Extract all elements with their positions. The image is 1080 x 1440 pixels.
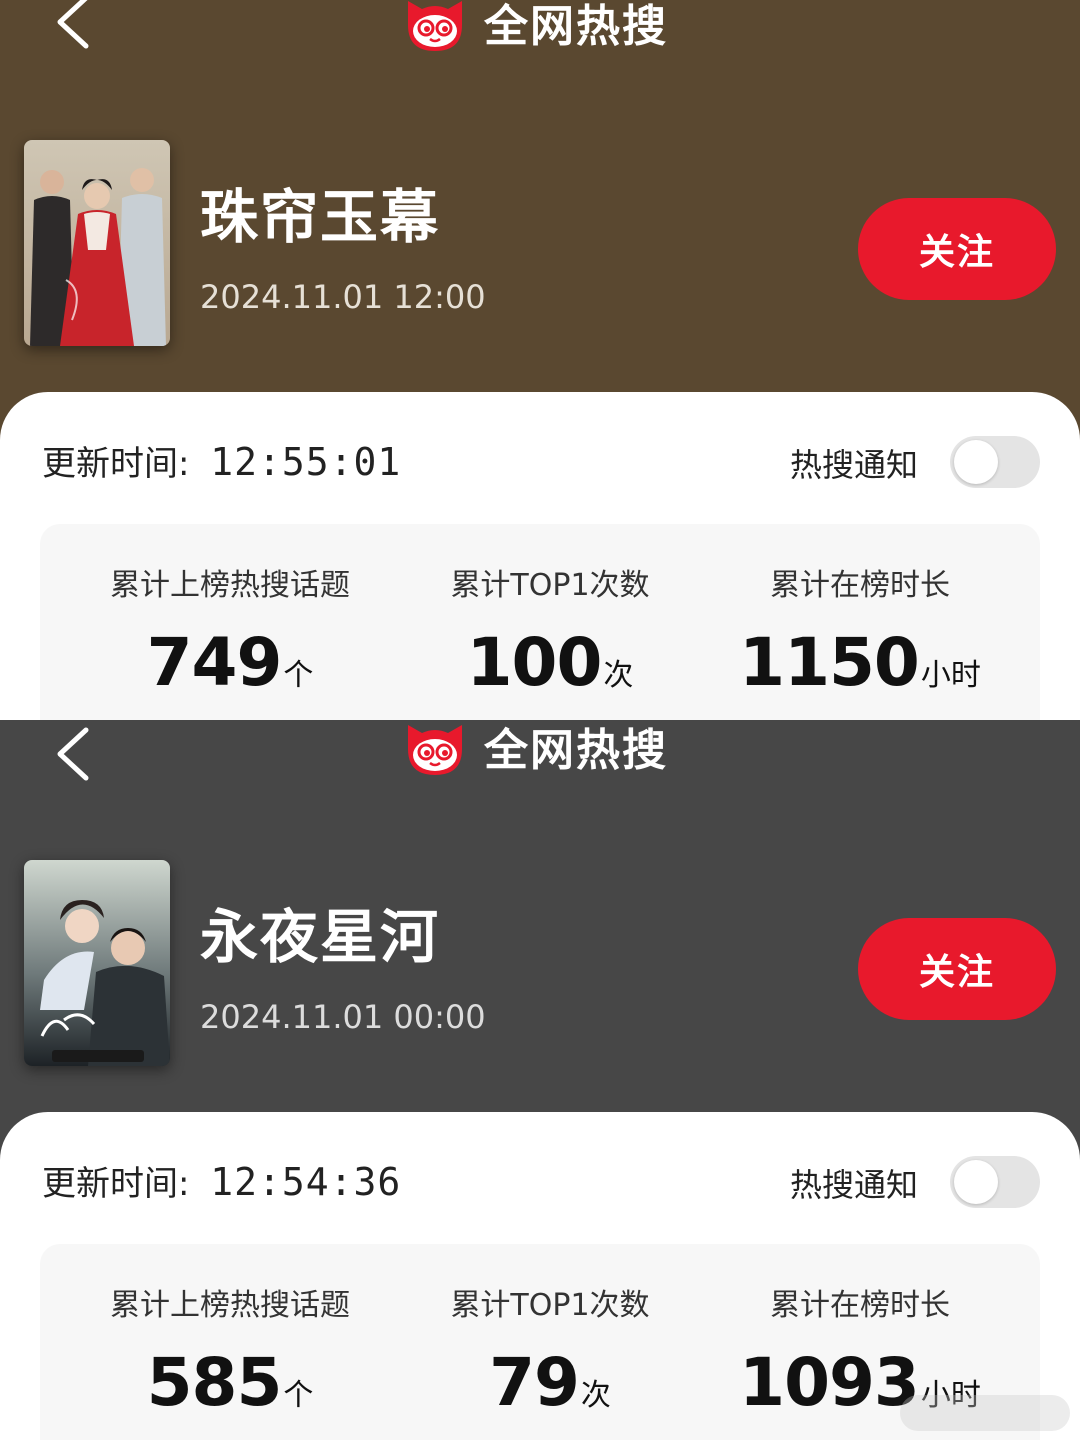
stats-card: 更新时间: 12:54:36 热搜通知 累计上榜热搜话题 585个 累计TOP1… xyxy=(0,1112,1080,1440)
stat-value: 585 xyxy=(146,1344,283,1421)
stats-card: 更新时间: 12:55:01 热搜通知 累计上榜热搜话题 749个 累计TOP1… xyxy=(0,392,1080,720)
cat-logo-icon xyxy=(408,1,462,51)
stat-value: 749 xyxy=(146,624,283,701)
stat-label: 累计TOP1次数 xyxy=(450,568,650,603)
stat-unit: 小时 xyxy=(920,658,981,693)
toggle-knob xyxy=(954,1160,998,1204)
stat-value: 79 xyxy=(489,1344,580,1421)
stat-unit: 个 xyxy=(283,1378,314,1413)
stat-duration: 累计在榜时长 1150小时 xyxy=(730,560,990,701)
cat-logo-icon xyxy=(408,725,462,775)
update-time-row: 更新时间: 12:54:36 xyxy=(42,1156,401,1205)
show-air-date: 2024.11.01 12:00 xyxy=(200,278,486,316)
update-time-value: 12:54:36 xyxy=(210,1160,402,1204)
stat-unit: 次 xyxy=(603,658,634,693)
stat-top1-count: 累计TOP1次数 100次 xyxy=(420,560,680,701)
watermark-overlay xyxy=(900,1395,1070,1431)
app-title: 全网热搜 xyxy=(484,1,668,52)
stat-unit: 个 xyxy=(283,658,314,693)
stat-unit: 次 xyxy=(580,1378,611,1413)
stat-top1-count: 累计TOP1次数 79次 xyxy=(420,1280,680,1421)
show-title: 永夜星河 xyxy=(200,903,441,971)
drama-poster-image[interactable] xyxy=(24,140,170,346)
hot-search-panel-2: 全网热搜 永夜星河 2024.11.01 00:00 关注 更新时间: 12:5… xyxy=(0,720,1080,1440)
show-title: 珠帘玉幕 xyxy=(200,183,441,251)
toggle-knob xyxy=(954,440,998,484)
back-arrow-icon[interactable] xyxy=(50,0,100,52)
stat-label: 累计上榜热搜话题 xyxy=(110,568,350,603)
update-time-row: 更新时间: 12:55:01 xyxy=(42,436,401,485)
stat-topics: 累计上榜热搜话题 585个 xyxy=(80,1280,380,1421)
stats-summary: 累计上榜热搜话题 585个 累计TOP1次数 79次 累计在榜时长 1093小时 xyxy=(40,1244,1040,1440)
follow-button[interactable]: 关注 xyxy=(858,198,1056,300)
app-title: 全网热搜 xyxy=(484,725,668,776)
notify-toggle[interactable] xyxy=(950,1156,1040,1208)
stat-label: 累计在榜时长 xyxy=(770,568,950,603)
back-arrow-icon[interactable] xyxy=(50,724,100,784)
stat-label: 累计在榜时长 xyxy=(770,1288,950,1323)
update-time-label: 更新时间: xyxy=(42,444,190,484)
stat-value: 1150 xyxy=(739,624,920,701)
stat-topics: 累计上榜热搜话题 749个 xyxy=(80,560,380,701)
notify-toggle[interactable] xyxy=(950,436,1040,488)
app-header: 全网热搜 xyxy=(400,0,668,58)
stat-label: 累计上榜热搜话题 xyxy=(110,1288,350,1323)
app-header: 全网热搜 xyxy=(400,720,668,782)
notify-label: 热搜通知 xyxy=(790,1166,919,1204)
drama-poster-image[interactable] xyxy=(24,860,170,1066)
update-time-value: 12:55:01 xyxy=(210,440,402,484)
follow-button[interactable]: 关注 xyxy=(858,918,1056,1020)
stats-summary: 累计上榜热搜话题 749个 累计TOP1次数 100次 累计在榜时长 1150小… xyxy=(40,524,1040,720)
hot-search-panel-1: 全网热搜 珠帘玉幕 2024.11.01 12:00 关注 更新时间: 12:5… xyxy=(0,0,1080,720)
stat-value: 1093 xyxy=(739,1344,920,1421)
stat-label: 累计TOP1次数 xyxy=(450,1288,650,1323)
update-time-label: 更新时间: xyxy=(42,1164,190,1204)
show-air-date: 2024.11.01 00:00 xyxy=(200,998,486,1036)
stat-value: 100 xyxy=(466,624,603,701)
notify-label: 热搜通知 xyxy=(790,446,919,484)
